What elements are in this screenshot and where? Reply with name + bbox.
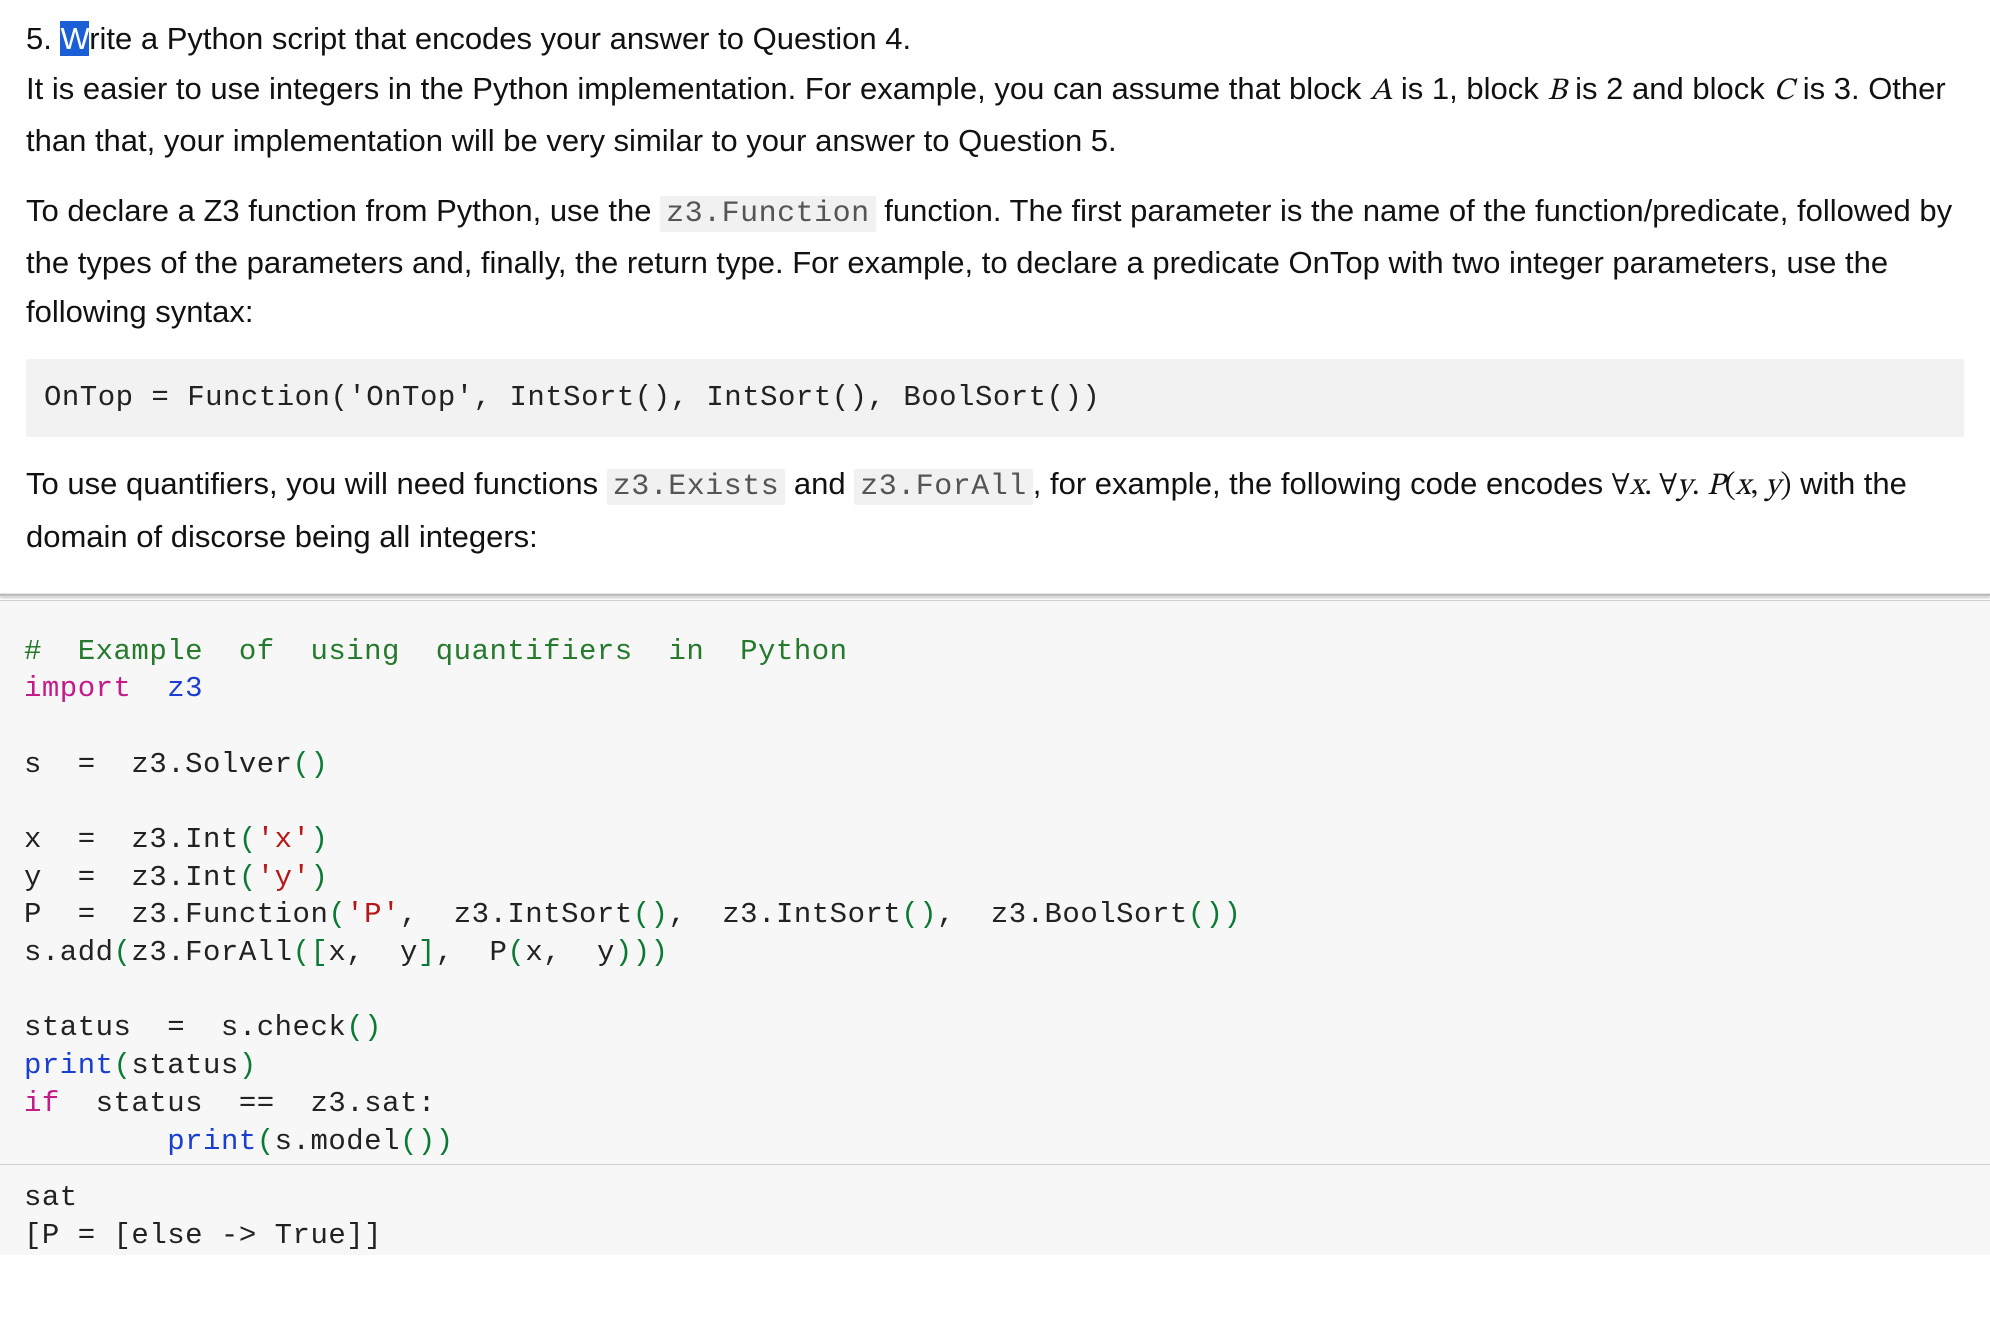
question-block: 5. Write a Python script that encodes yo… — [0, 14, 1990, 337]
code-solver: s = z3.Solver — [24, 748, 293, 781]
code-y-str: 'y' — [257, 861, 311, 894]
question-para-3-wrap: To use quantifiers, you will need functi… — [0, 459, 1990, 561]
code-output: sat [P = [else -> True]] — [0, 1165, 1990, 1254]
math-forall-1: ∀ — [1612, 471, 1630, 502]
math-dot-1: . — [1644, 471, 1659, 502]
code-add-p4: ( — [507, 936, 525, 969]
code-print1-arg: status — [131, 1049, 238, 1082]
inline-code-z3-forall: z3.ForAll — [854, 469, 1033, 505]
text-selection: W — [60, 21, 89, 56]
para1-c: is 2 and block — [1567, 71, 1774, 106]
para1-b: is 1, block — [1392, 71, 1547, 106]
code-x-str: 'x' — [257, 823, 311, 856]
para2-a: To declare a Z3 function from Python, us… — [26, 193, 660, 228]
question-line-1-rest: rite a Python script that encodes your a… — [89, 21, 911, 56]
code-ontop-line: OnTop = Function('OnTop', IntSort(), Int… — [44, 381, 1100, 414]
code-check: status = s.check — [24, 1011, 346, 1044]
code-import-kw: import — [24, 672, 131, 705]
math-forall-2: ∀ — [1659, 471, 1677, 502]
code-add-d: , P — [436, 936, 508, 969]
code-add-p2: ([ — [293, 936, 329, 969]
code-y-decl: y = z3.Int — [24, 861, 239, 894]
code-print1-p1: ( — [114, 1049, 132, 1082]
output-line-2: [P = [else -> True]] — [24, 1219, 382, 1252]
code-print1-func: print — [24, 1049, 114, 1082]
code-add-e: x, y — [525, 936, 615, 969]
math-y-1: y — [1677, 471, 1692, 502]
para3-c: , for example, the following code encode… — [1033, 466, 1612, 501]
math-y-2: y — [1765, 471, 1780, 502]
code-add-p5: ))) — [615, 936, 669, 969]
code-P-p2: () — [633, 898, 669, 931]
code-if-cond: status == z3.sat: — [60, 1087, 436, 1120]
math-P: P — [1707, 471, 1725, 502]
code-P-b: , z3.IntSort — [400, 898, 633, 931]
code-y-p2: ) — [310, 861, 328, 894]
code-indent — [24, 1125, 167, 1158]
code-P-p4: ()) — [1188, 898, 1242, 931]
question-para-3: To use quantifiers, you will need functi… — [26, 459, 1964, 561]
code-add-p1: ( — [114, 936, 132, 969]
code-print2-arg: s.model — [275, 1125, 400, 1158]
code-add-p3: ] — [418, 936, 436, 969]
code-P-p1: ( — [328, 898, 346, 931]
code-block-ontop: OnTop = Function('OnTop', IntSort(), Int… — [26, 359, 1964, 437]
math-x-1: x — [1630, 471, 1645, 502]
code-if-kw: if — [24, 1087, 60, 1120]
code-print2-p1: ( — [257, 1125, 275, 1158]
code-print1-p2: ) — [239, 1049, 257, 1082]
para3-a: To use quantifiers, you will need functi… — [26, 466, 607, 501]
symbol-B: B — [1547, 76, 1566, 107]
code-P-p3: () — [901, 898, 937, 931]
para3-b: and — [785, 466, 854, 501]
math-x-2: x — [1736, 471, 1751, 502]
question-number: 5. — [26, 21, 52, 56]
python-code-cell[interactable]: # Example of using quantifiers in Python… — [0, 600, 1990, 1166]
inline-code-z3-exists: z3.Exists — [607, 469, 786, 505]
code-import-module: z3 — [167, 672, 203, 705]
output-line-1: sat — [24, 1181, 78, 1214]
math-dot-2: . — [1692, 471, 1707, 502]
code-x-p2: ) — [310, 823, 328, 856]
code-add-b: z3.ForAll — [131, 936, 292, 969]
code-print2-func: print — [167, 1125, 257, 1158]
code-x-decl: x = z3.Int — [24, 823, 239, 856]
math-comma: , — [1751, 471, 1766, 502]
question-para-2: To declare a Z3 function from Python, us… — [26, 186, 1964, 337]
code-add-a: s.add — [24, 936, 114, 969]
code-y-p1: ( — [239, 861, 257, 894]
symbol-A: A — [1370, 76, 1392, 107]
inline-code-z3-function: z3.Function — [660, 196, 876, 232]
frame-separator — [0, 594, 1990, 596]
code-P-str: 'P' — [346, 898, 400, 931]
code-P-d: , z3.BoolSort — [937, 898, 1188, 931]
code-add-c: x, y — [328, 936, 418, 969]
code-P-decl-a: P = z3.Function — [24, 898, 328, 931]
code-solver-parens: () — [293, 748, 329, 781]
question-para-1: 5. Write a Python script that encodes yo… — [26, 14, 1964, 166]
para1-a: It is easier to use integers in the Pyth… — [26, 71, 1370, 106]
code-comment: # Example of using quantifiers in Python — [24, 635, 848, 668]
symbol-C: C — [1773, 76, 1794, 107]
code-P-c: , z3.IntSort — [669, 898, 902, 931]
math-close-paren: ) — [1780, 471, 1791, 502]
code-check-parens: () — [346, 1011, 382, 1044]
code-print2-p2: ()) — [400, 1125, 454, 1158]
math-open-paren: ( — [1725, 471, 1736, 502]
code-x-p1: ( — [239, 823, 257, 856]
